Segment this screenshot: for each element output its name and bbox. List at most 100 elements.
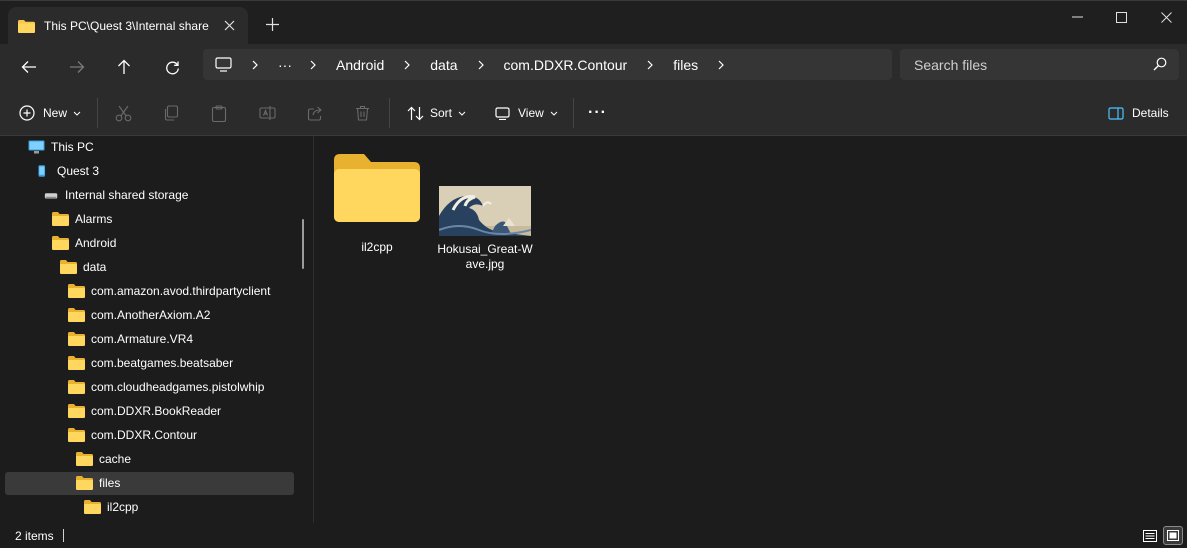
- sidebar-item-alarms[interactable]: Alarms: [52, 208, 112, 230]
- device-icon: [38, 165, 46, 177]
- close-icon: [224, 20, 234, 30]
- sidebar-item-amazon[interactable]: com.amazon.avod.thirdpartyclient: [68, 280, 270, 302]
- close-tab-button[interactable]: [220, 16, 238, 34]
- new-button[interactable]: New: [19, 100, 81, 126]
- sidebar-item-label: files: [99, 476, 121, 490]
- file-item-il2cpp[interactable]: il2cpp: [334, 154, 420, 255]
- breadcrumb-data[interactable]: data: [430, 57, 457, 73]
- sidebar-item-armature[interactable]: com.Armature.VR4: [68, 328, 193, 350]
- status-divider: [63, 529, 64, 542]
- sidebar-item-label: data: [83, 260, 107, 274]
- sidebar-item-files[interactable]: files: [76, 472, 120, 494]
- sidebar-item-bookreader[interactable]: com.DDXR.BookReader: [68, 400, 221, 422]
- sidebar-item-android[interactable]: Android: [52, 232, 116, 254]
- sidebar-item-internal-storage[interactable]: Internal shared storage: [44, 184, 188, 206]
- large-icons-view-button[interactable]: [1163, 526, 1183, 545]
- chevron-right-icon[interactable]: [396, 60, 418, 70]
- close-window-button[interactable]: [1143, 7, 1187, 27]
- command-bar: New Sort View ··· Details: [0, 90, 1187, 136]
- tab-current[interactable]: This PC\Quest 3\Internal share: [8, 7, 248, 45]
- breadcrumb-contour[interactable]: com.DDXR.Contour: [504, 57, 628, 73]
- sidebar-item-anotheraxiom[interactable]: com.AnotherAxiom.A2: [68, 304, 210, 326]
- chevron-right-icon[interactable]: [639, 60, 661, 70]
- chevron-right-icon[interactable]: [244, 60, 266, 70]
- maximize-icon: [1115, 11, 1127, 23]
- details-label: Details: [1132, 106, 1169, 120]
- sidebar-item-label: com.AnotherAxiom.A2: [91, 308, 211, 322]
- sidebar-item-label: Quest 3: [57, 164, 100, 178]
- minimize-button[interactable]: [1054, 7, 1100, 27]
- chevron-right-icon[interactable]: [302, 60, 324, 70]
- plus-circle-icon: [19, 105, 35, 121]
- sidebar-item-pistolwhip[interactable]: com.cloudheadgames.pistolwhip: [68, 376, 264, 398]
- navigation-pane: This PC Quest 3 Internal shared storage …: [0, 136, 314, 523]
- sidebar-item-label: cache: [99, 452, 132, 466]
- drive-icon: [44, 193, 58, 199]
- search-placeholder: Search files: [914, 56, 988, 73]
- share-button[interactable]: [307, 100, 324, 126]
- sidebar-item-label: Alarms: [75, 212, 113, 226]
- breadcrumb-overflow[interactable]: ···: [278, 57, 292, 73]
- sidebar-item-il2cpp[interactable]: il2cpp: [84, 496, 138, 518]
- chevron-right-icon[interactable]: [710, 60, 732, 70]
- arrow-up-icon: [118, 59, 130, 74]
- view-icon: [495, 106, 510, 120]
- sidebar-item-quest-3[interactable]: Quest 3: [36, 160, 99, 182]
- close-icon: [1160, 11, 1172, 23]
- image-thumbnail: [439, 186, 531, 236]
- sidebar-item-this-pc[interactable]: This PC: [28, 136, 94, 158]
- selected-highlight: [5, 472, 294, 495]
- up-button[interactable]: [110, 53, 138, 81]
- sidebar-item-beatsaber[interactable]: com.beatgames.beatsaber: [68, 352, 233, 374]
- paste-button[interactable]: [211, 100, 227, 126]
- delete-button[interactable]: [355, 100, 370, 126]
- more-options-button[interactable]: ···: [588, 100, 607, 126]
- new-tab-button[interactable]: [262, 15, 282, 35]
- sidebar-item-label: com.amazon.avod.thirdpartyclient: [91, 284, 271, 298]
- share-icon: [307, 106, 322, 121]
- sidebar-item-data[interactable]: data: [60, 256, 106, 278]
- tab-title: This PC\Quest 3\Internal share: [44, 19, 209, 33]
- copy-button[interactable]: [163, 100, 179, 126]
- sidebar-item-contour[interactable]: com.DDXR.Contour: [68, 424, 197, 446]
- sidebar-item-cache[interactable]: cache: [76, 448, 131, 470]
- view-label: View: [518, 106, 544, 120]
- maximize-button[interactable]: [1098, 7, 1144, 27]
- sidebar-scrollbar[interactable]: [302, 219, 304, 269]
- rename-icon: [259, 106, 276, 120]
- chevron-right-icon[interactable]: [470, 60, 492, 70]
- folder-icon: [84, 500, 101, 514]
- sidebar-item-label: com.Armature.VR4: [91, 332, 194, 346]
- breadcrumb-files[interactable]: files: [673, 57, 698, 73]
- refresh-button[interactable]: [158, 53, 186, 81]
- details-button[interactable]: Details: [1108, 100, 1169, 126]
- folder-icon: [76, 476, 93, 490]
- sidebar-item-label: com.cloudheadgames.pistolwhip: [91, 380, 265, 394]
- search-icon[interactable]: [1153, 57, 1167, 71]
- folder-icon: [334, 154, 420, 222]
- file-item-hokusai[interactable]: Hokusai_Great-W ave.jpg: [437, 186, 533, 272]
- arrow-right-icon: [70, 61, 85, 73]
- toolbar-divider: [573, 98, 574, 128]
- back-button[interactable]: [15, 53, 43, 81]
- forward-button[interactable]: [63, 53, 91, 81]
- view-button[interactable]: View: [495, 100, 558, 126]
- navigation-bar: ··· Android data com.DDXR.Contour files …: [0, 44, 1187, 90]
- list-view-icon: [1143, 529, 1157, 542]
- chevron-down-icon: [550, 111, 558, 116]
- folder-icon: [68, 404, 85, 418]
- address-bar[interactable]: ··· Android data com.DDXR.Contour files: [203, 49, 892, 80]
- clipboard-icon: [211, 104, 227, 122]
- plus-icon: [265, 18, 279, 31]
- rename-button[interactable]: [259, 100, 276, 126]
- trash-icon: [356, 105, 369, 121]
- breadcrumb-android[interactable]: Android: [336, 57, 384, 73]
- tiles-view-icon: [1167, 530, 1179, 541]
- folder-icon: [68, 284, 85, 298]
- search-input[interactable]: Search files: [900, 49, 1179, 80]
- cut-button[interactable]: [115, 100, 132, 126]
- file-name: il2cpp: [361, 240, 393, 254]
- chevron-down-icon: [458, 111, 466, 116]
- details-view-button[interactable]: [1140, 526, 1160, 545]
- sort-button[interactable]: Sort: [407, 100, 466, 126]
